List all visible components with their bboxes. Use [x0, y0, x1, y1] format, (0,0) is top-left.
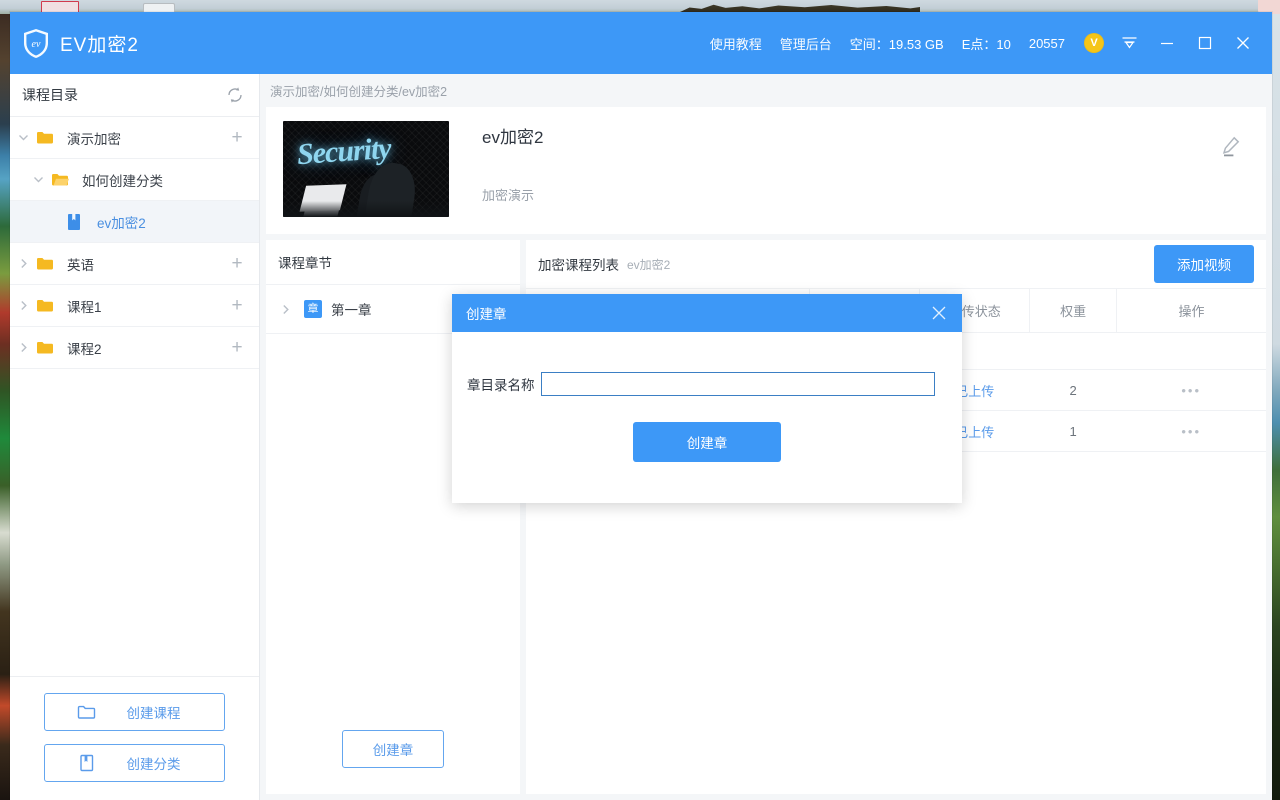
- title-bar: ev EV加密2 使用教程 管理后台 空间：19.53 GB E点：10 205…: [10, 12, 1272, 74]
- add-video-button[interactable]: 添加视频: [1154, 245, 1254, 283]
- course-description: 加密演示: [482, 188, 535, 203]
- storage-status: 空间：19.53 GB: [849, 36, 944, 52]
- thumbnail-text: Security: [295, 131, 392, 172]
- row-actions-button[interactable]: •••: [1116, 369, 1266, 411]
- thumbnail-desk-shadow: [283, 201, 449, 217]
- course-meta: ev加密2 加密演示: [449, 121, 543, 234]
- add-child-button[interactable]: +: [227, 296, 247, 315]
- close-icon[interactable]: [926, 300, 952, 326]
- add-child-button[interactable]: +: [227, 254, 247, 273]
- add-child-button[interactable]: +: [227, 128, 247, 147]
- sidebar-item-label: ev加密2: [97, 215, 146, 231]
- video-table-subtitle: ev加密2: [627, 257, 671, 272]
- breadcrumb: 演示加密/如何创建分类/ev加密2: [260, 74, 1272, 107]
- create-chapter-dialog: 创建章 章目录名称 创建章: [452, 294, 962, 503]
- table-col-weight: 权重: [1029, 288, 1117, 333]
- avatar[interactable]: V: [1084, 33, 1104, 53]
- chevron-right-icon[interactable]: [266, 304, 304, 315]
- add-child-button[interactable]: +: [227, 338, 247, 357]
- admin-console-link[interactable]: 管理后台: [771, 34, 841, 53]
- create-category-label: 创建分类: [126, 757, 181, 772]
- dialog-title: 创建章: [466, 307, 507, 322]
- row-actions-button[interactable]: •••: [1116, 410, 1266, 452]
- dialog-header: 创建章: [452, 294, 962, 332]
- folder-icon: [36, 256, 60, 271]
- weight-cell: 2: [1029, 369, 1117, 411]
- sidebar-item-label: 如何创建分类: [82, 173, 163, 189]
- pencil-icon[interactable]: [1220, 135, 1242, 157]
- sidebar-item-how-to-create-category[interactable]: 如何创建分类: [10, 159, 259, 201]
- chapter-panel-footer: 创建章: [266, 730, 520, 794]
- create-category-button[interactable]: 创建分类: [44, 744, 225, 782]
- create-course-label: 创建课程: [126, 706, 181, 721]
- dialog-actions: 创建章: [452, 396, 962, 462]
- course-tree: 演示加密 + 如何创建分类 ev加密2 英语 + 课程1 + 课程2 +: [10, 117, 259, 676]
- chevron-right-icon[interactable]: [10, 258, 36, 269]
- chapter-badge: 章: [304, 300, 322, 318]
- course-header-card: Security ev加密2 加密演示: [266, 107, 1266, 234]
- video-table-title: 加密课程列表: [538, 258, 619, 273]
- create-course-button[interactable]: 创建课程: [44, 693, 225, 731]
- folder-icon: [36, 340, 60, 355]
- create-chapter-button[interactable]: 创建章: [342, 730, 444, 768]
- chapter-panel-title: 课程章节: [278, 256, 332, 271]
- folder-icon: [36, 298, 60, 313]
- sidebar-item-course-1[interactable]: 课程1 +: [10, 285, 259, 327]
- sidebar-title: 课程目录: [22, 87, 78, 103]
- sidebar-item-ev-encrypt-2[interactable]: ev加密2: [10, 201, 259, 243]
- page-title: ev加密2: [482, 128, 544, 147]
- video-table-header-bar: 加密课程列表 ev加密2 添加视频: [526, 240, 1266, 288]
- funnel-menu-icon[interactable]: [1110, 12, 1148, 74]
- folder-outline-icon: [77, 704, 97, 720]
- chevron-down-icon[interactable]: [25, 174, 51, 185]
- sidebar-header: 课程目录: [10, 74, 259, 117]
- sidebar-item-label: 课程1: [67, 299, 102, 315]
- sidebar-item-course-2[interactable]: 课程2 +: [10, 327, 259, 369]
- sidebar-item-demo-encrypt[interactable]: 演示加密 +: [10, 117, 259, 159]
- sidebar-item-label: 课程2: [67, 341, 102, 357]
- desktop-skyline: [680, 4, 920, 12]
- epoints-status: E点：10: [961, 36, 1011, 52]
- application-window: ev EV加密2 使用教程 管理后台 空间：19.53 GB E点：10 205…: [10, 12, 1272, 800]
- dialog-body: 章目录名称 创建章: [452, 332, 962, 462]
- sidebar-item-label: 英语: [67, 257, 94, 273]
- chapter-name-field-row: 章目录名称: [452, 372, 962, 396]
- table-col-actions: 操作: [1115, 288, 1266, 333]
- sidebar-item-label: 演示加密: [67, 131, 121, 147]
- chevron-right-icon[interactable]: [10, 300, 36, 311]
- weight-cell: 1: [1029, 410, 1117, 452]
- maximize-icon[interactable]: [1186, 12, 1224, 74]
- close-icon[interactable]: [1224, 12, 1262, 74]
- sidebar-footer: 创建课程 创建分类: [10, 676, 259, 800]
- chapter-name-label: 章目录名称: [467, 378, 535, 393]
- chapter-name-input[interactable]: [540, 372, 935, 396]
- course-thumbnail: Security: [283, 121, 449, 217]
- sidebar-item-english[interactable]: 英语 +: [10, 243, 259, 285]
- svg-text:ev: ev: [32, 39, 41, 50]
- folder-icon: [36, 130, 60, 145]
- chevron-down-icon[interactable]: [10, 132, 36, 143]
- sidebar: 课程目录 演示加密 + 如何创建分类 ev加密2 英语 + 课程1 + 课程2 …: [10, 74, 260, 800]
- minimize-icon[interactable]: [1148, 12, 1186, 74]
- app-title: EV加密2: [60, 34, 139, 56]
- book-icon: [66, 213, 90, 231]
- tutorial-link[interactable]: 使用教程: [701, 34, 771, 53]
- title-bar-right: 使用教程 管理后台 空间：19.53 GB E点：10 20557 V: [701, 12, 1262, 74]
- book-outline-icon: [77, 754, 97, 772]
- chevron-right-icon[interactable]: [10, 342, 36, 353]
- dialog-submit-button[interactable]: 创建章: [633, 422, 781, 462]
- chapter-label: 第一章: [331, 303, 372, 318]
- folder-open-icon: [51, 172, 75, 187]
- user-id-status: 20557: [1028, 35, 1065, 51]
- shield-ev-icon: ev: [22, 28, 50, 59]
- refresh-icon[interactable]: [225, 85, 245, 105]
